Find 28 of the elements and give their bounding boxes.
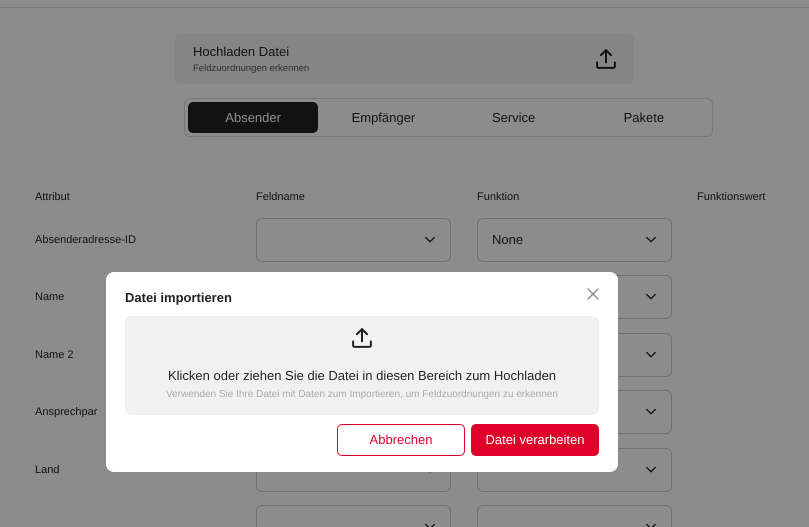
close-button[interactable] [587,288,599,300]
close-icon [587,288,599,300]
upload-dropzone[interactable]: Klicken oder ziehen Sie die Datei in diesen Bereich zum Hochladen Verwenden Sie Ihre Datei mit Daten zum Importieren, um Feldzuordnungen zu erkennen [125,316,599,414]
dropzone-hint: Verwenden Sie Ihre Datei mit Daten zum Importieren, um Feldzuordnungen zu erkennen [165,388,559,402]
attribute-label: Name 2 [35,348,74,362]
upload-icon [352,328,372,348]
attribute-label: Name [35,290,64,305]
dropzone-text: Klicken oder ziehen Sie die Datei in diesen Bereich zum Hochladen [166,366,558,384]
tab[interactable]: Service [448,102,579,133]
column-header: Funktionswert [697,190,766,205]
tab[interactable]: Pakete [578,102,709,133]
modal-title: Datei importieren [125,289,232,307]
upload-card[interactable]: Hochladen Datei Feldzuordnungen erkennen [175,34,634,84]
tab[interactable]: Empfänger [318,102,448,133]
column-header: Feldname [256,190,305,205]
process-button[interactable]: Datei verarbeiten [471,424,599,456]
attribute-label: Ansprechpar [35,405,98,420]
attribute-label: Absenderadresse-ID [35,232,136,248]
card-subtitle: Feldzuordnungen erkennen [193,62,310,76]
column-header: Funktion [477,190,520,205]
card-title: Hochladen Datei [193,43,290,62]
field-select[interactable] [256,218,451,262]
function-select[interactable]: None [477,218,672,262]
upload-icon [596,49,616,69]
tab[interactable]: Absender [188,102,318,133]
attribute-label: Land [35,462,60,478]
cancel-button[interactable]: Abbrechen [337,424,465,456]
column-header: Attribut [35,190,70,205]
